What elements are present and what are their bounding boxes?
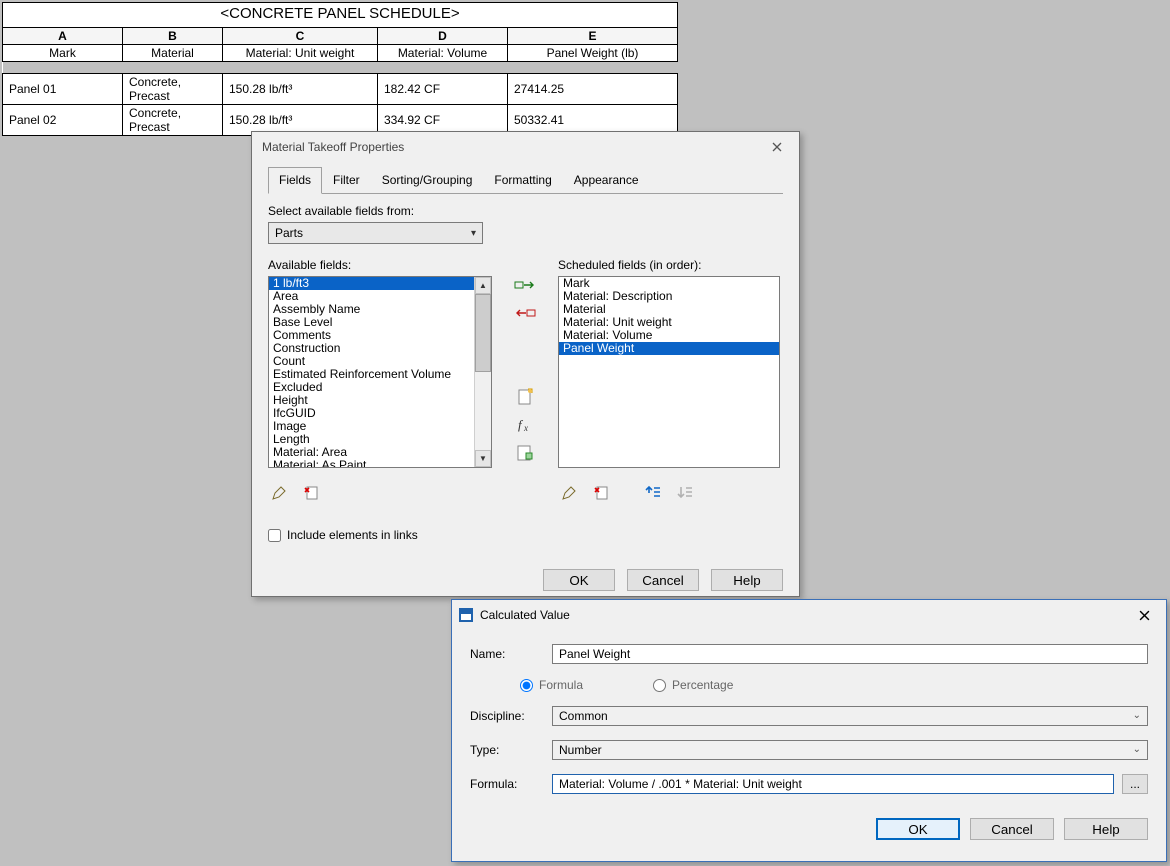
tab-sorting-grouping[interactable]: Sorting/Grouping — [371, 167, 484, 194]
ok-button[interactable]: OK — [543, 569, 615, 591]
column-letter: C — [223, 28, 378, 45]
delete-parameter-icon[interactable] — [300, 482, 322, 504]
table-row[interactable]: Panel 01Concrete, Precast150.28 lb/ft³18… — [3, 74, 678, 105]
table-cell: 150.28 lb/ft³ — [223, 74, 378, 105]
list-item[interactable]: Panel Weight — [559, 342, 779, 355]
scroll-up-icon[interactable]: ▲ — [475, 277, 491, 294]
chevron-down-icon: ⌄ — [1133, 741, 1141, 759]
table-cell: Concrete, Precast — [123, 74, 223, 105]
dialog-title: Calculated Value — [480, 608, 570, 622]
dialog-titlebar[interactable]: Material Takeoff Properties — [252, 132, 799, 162]
app-icon — [458, 607, 474, 623]
formula-field[interactable]: Material: Volume / .001 * Material: Unit… — [552, 774, 1114, 794]
tab-appearance[interactable]: Appearance — [563, 167, 650, 194]
column-letter: E — [508, 28, 678, 45]
formula-radio[interactable] — [520, 679, 533, 692]
include-links-row[interactable]: Include elements in links — [268, 528, 783, 542]
table-cell: 27414.25 — [508, 74, 678, 105]
column-header: Mark — [3, 45, 123, 62]
formula-browse-button[interactable]: ... — [1122, 774, 1148, 794]
column-letter: D — [378, 28, 508, 45]
fields-source-select[interactable]: Parts ▾ — [268, 222, 483, 244]
remove-field-icon[interactable] — [513, 304, 537, 326]
table-cell: Panel 01 — [3, 74, 123, 105]
available-fields-label: Available fields: — [268, 258, 492, 272]
move-up-icon[interactable] — [642, 482, 664, 504]
new-parameter-icon[interactable] — [513, 386, 537, 408]
name-field[interactable]: Panel Weight — [552, 644, 1148, 664]
edit-icon[interactable] — [268, 482, 290, 504]
edit-scheduled-icon[interactable] — [558, 482, 580, 504]
list-item[interactable]: 1 lb/ft3 — [269, 277, 474, 290]
help-button[interactable]: Help — [1064, 818, 1148, 840]
column-header: Material: Volume — [378, 45, 508, 62]
scroll-thumb[interactable] — [475, 294, 491, 372]
radio-percentage[interactable]: Percentage — [653, 678, 733, 692]
ok-button[interactable]: OK — [876, 818, 960, 840]
chevron-down-icon: ▾ — [471, 228, 476, 239]
scroll-down-icon[interactable]: ▼ — [475, 450, 491, 467]
scrollbar[interactable]: ▲ ▼ — [474, 277, 491, 467]
scheduled-fields-list[interactable]: MarkMaterial: DescriptionMaterialMateria… — [559, 277, 779, 467]
name-label: Name: — [470, 647, 552, 661]
tabs: FieldsFilterSorting/GroupingFormattingAp… — [268, 166, 783, 194]
dialog-title: Material Takeoff Properties — [262, 140, 404, 154]
table-cell: 182.42 CF — [378, 74, 508, 105]
column-header: Panel Weight (lb) — [508, 45, 678, 62]
schedule-title: <CONCRETE PANEL SCHEDULE> — [3, 3, 678, 28]
percentage-radio[interactable] — [653, 679, 666, 692]
select-fields-label: Select available fields from: — [268, 204, 783, 218]
add-field-icon[interactable] — [513, 276, 537, 298]
tab-filter[interactable]: Filter — [322, 167, 371, 194]
fields-source-value: Parts — [275, 226, 303, 240]
move-down-icon[interactable] — [674, 482, 696, 504]
column-letter: B — [123, 28, 223, 45]
tab-fields[interactable]: Fields — [268, 167, 322, 194]
include-links-checkbox[interactable] — [268, 529, 281, 542]
include-links-label: Include elements in links — [287, 528, 418, 542]
tab-formatting[interactable]: Formatting — [483, 167, 562, 194]
material-takeoff-dialog: Material Takeoff Properties FieldsFilter… — [251, 131, 800, 597]
dialog-titlebar[interactable]: Calculated Value — [452, 600, 1166, 630]
formula-label: Formula: — [470, 777, 552, 791]
discipline-select[interactable]: Common ⌄ — [552, 706, 1148, 726]
table-cell: Panel 02 — [3, 105, 123, 136]
calculated-value-dialog: Calculated Value Name: Panel Weight Form… — [451, 599, 1167, 862]
available-fields-list[interactable]: 1 lb/ft3AreaAssembly NameBase LevelComme… — [269, 277, 474, 467]
type-select[interactable]: Number ⌄ — [552, 740, 1148, 760]
discipline-label: Discipline: — [470, 709, 552, 723]
table-cell: Concrete, Precast — [123, 105, 223, 136]
close-icon[interactable] — [763, 136, 791, 158]
delete-scheduled-icon[interactable] — [590, 482, 612, 504]
column-letter: A — [3, 28, 123, 45]
cancel-button[interactable]: Cancel — [970, 818, 1054, 840]
help-button[interactable]: Help — [711, 569, 783, 591]
close-icon[interactable] — [1130, 604, 1158, 626]
list-item[interactable]: Material: As Paint — [269, 459, 474, 467]
chevron-down-icon: ⌄ — [1133, 707, 1141, 725]
column-header: Material — [123, 45, 223, 62]
type-label: Type: — [470, 743, 552, 757]
scheduled-fields-label: Scheduled fields (in order): — [558, 258, 780, 272]
calculated-value-icon[interactable]: fx — [513, 414, 537, 436]
schedule-panel: <CONCRETE PANEL SCHEDULE>ABCDEMarkMateri… — [2, 2, 678, 136]
column-header: Material: Unit weight — [223, 45, 378, 62]
svg-text:x: x — [523, 423, 528, 433]
radio-formula[interactable]: Formula — [520, 678, 583, 692]
cancel-button[interactable]: Cancel — [627, 569, 699, 591]
combine-parameters-icon[interactable] — [513, 442, 537, 464]
